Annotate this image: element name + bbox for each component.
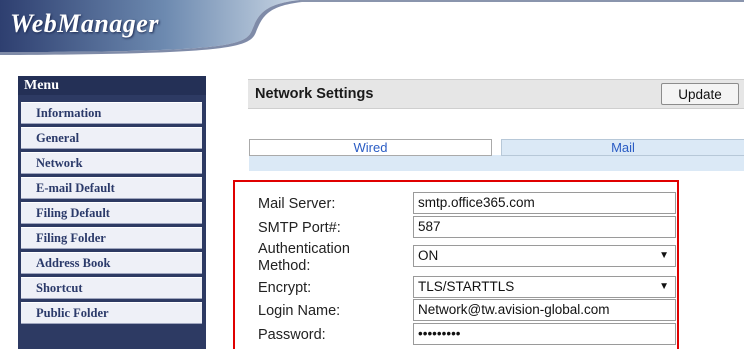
encrypt-label: Encrypt:: [258, 280, 312, 296]
sidebar-item-filing-folder[interactable]: Filing Folder: [21, 227, 202, 249]
sidebar-item-filing-default[interactable]: Filing Default: [21, 202, 202, 224]
auth-method-label-line1: Authentication: [258, 241, 350, 257]
sidebar-item-shortcut[interactable]: Shortcut: [21, 277, 202, 299]
sidebar-item-public-folder[interactable]: Public Folder: [21, 302, 202, 324]
encrypt-select[interactable]: TLS/STARTTLS ▼: [413, 276, 676, 298]
dropdown-arrow-icon: ▼: [659, 281, 669, 292]
page-title: Network Settings: [255, 86, 374, 102]
mail-server-label: Mail Server:: [258, 196, 336, 212]
tab-wired[interactable]: Wired: [249, 139, 492, 156]
menu-heading: Menu: [18, 76, 206, 95]
sidebar-menu: Menu Information General Network E-mail …: [18, 76, 206, 349]
mail-server-field[interactable]: smtp.office365.com: [413, 192, 676, 214]
auth-method-value: ON: [418, 248, 439, 263]
smtp-port-field[interactable]: 587: [413, 216, 676, 238]
password-label: Password:: [258, 327, 326, 343]
smtp-port-label: SMTP Port#:: [258, 220, 341, 236]
sidebar-item-general[interactable]: General: [21, 127, 202, 149]
app-logo: WebManager: [10, 9, 159, 38]
sidebar-item-address-book[interactable]: Address Book: [21, 252, 202, 274]
password-field[interactable]: •••••••••: [413, 323, 676, 345]
tab-mail[interactable]: Mail: [501, 139, 744, 156]
update-button[interactable]: Update: [661, 83, 739, 105]
login-name-field[interactable]: Network@tw.avision-global.com: [413, 299, 676, 321]
sidebar-item-information[interactable]: Information: [21, 102, 202, 124]
app-header: WebManager: [0, 0, 744, 56]
tab-panel-strip: [249, 155, 744, 171]
dropdown-arrow-icon: ▼: [659, 250, 669, 261]
sidebar-item-email-default[interactable]: E-mail Default: [21, 177, 202, 199]
page-title-bar: Network Settings Update: [248, 79, 744, 109]
sidebar-item-network[interactable]: Network: [21, 152, 202, 174]
login-name-label: Login Name:: [258, 303, 341, 319]
auth-method-select[interactable]: ON ▼: [413, 245, 676, 267]
auth-method-label-line2: Method:: [258, 258, 311, 274]
encrypt-value: TLS/STARTTLS: [418, 279, 515, 294]
